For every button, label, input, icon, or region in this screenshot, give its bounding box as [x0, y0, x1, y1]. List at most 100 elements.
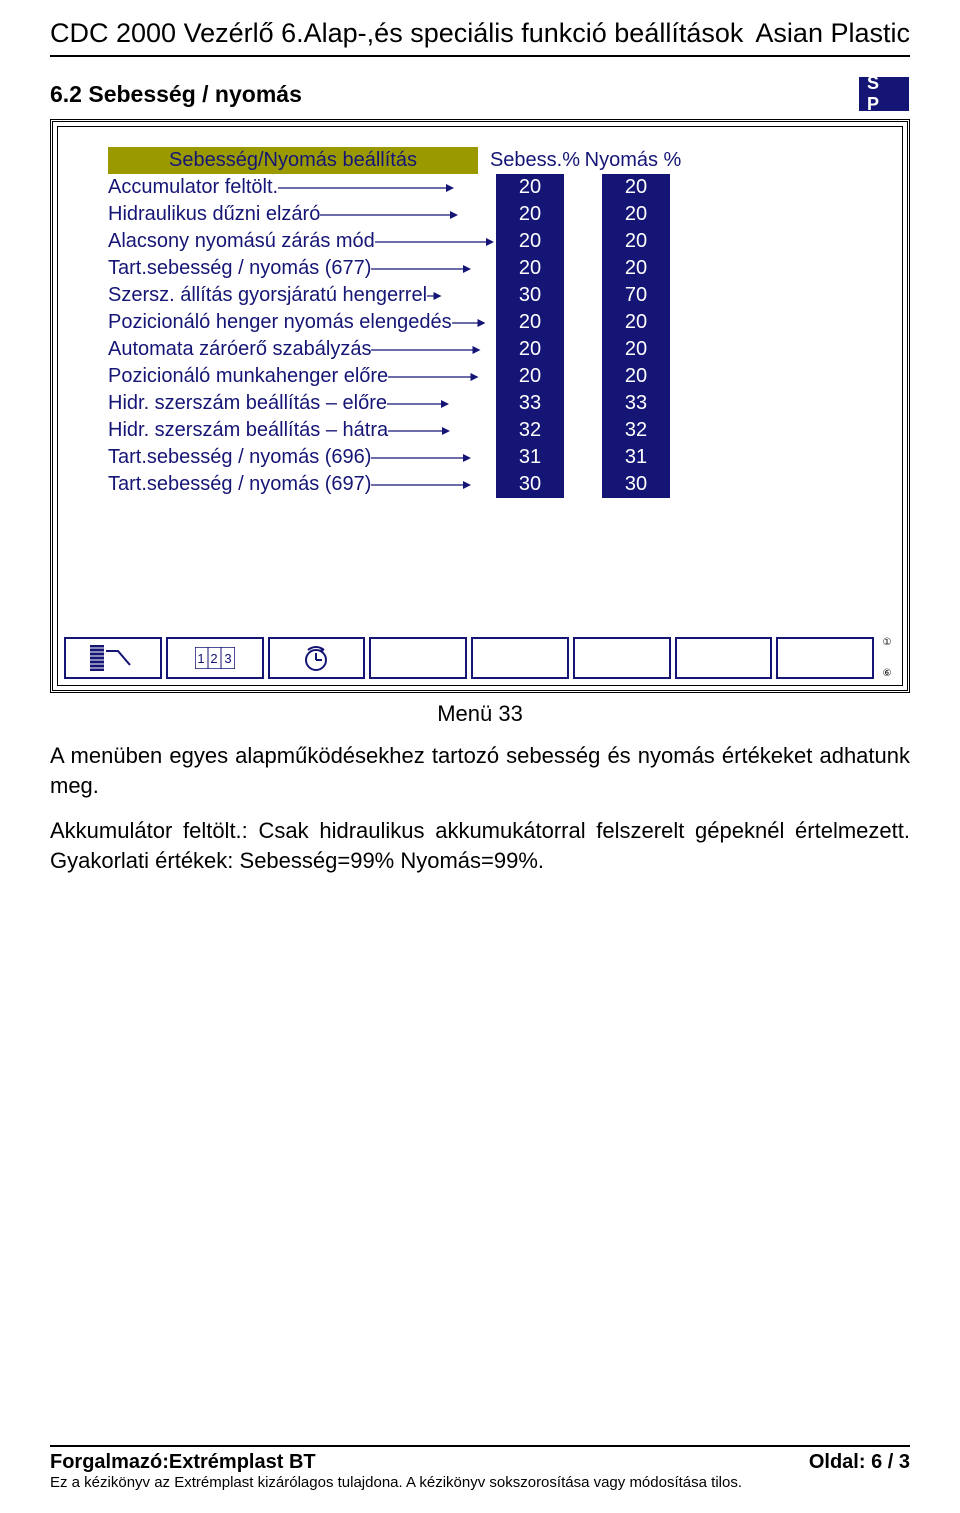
speed-value[interactable]: 20: [496, 255, 564, 282]
row-label: Alacsony nyomású zárás mód: [108, 228, 478, 255]
arrow-icon: [371, 452, 471, 464]
figure-caption: Menü 33: [50, 701, 910, 727]
arrow-icon: [388, 371, 479, 383]
speed-value[interactable]: 30: [496, 471, 564, 498]
speed-value[interactable]: 20: [496, 309, 564, 336]
row-label: Accumulator feltölt.: [108, 174, 478, 201]
table-header-row: Sebesség/Nyomás beállítás Sebess.% Nyomá…: [108, 147, 872, 174]
arrow-icon: [427, 290, 442, 302]
paragraph-1: A menüben egyes alapműködésekhez tartozó…: [50, 741, 910, 800]
table-row: Automata záróerő szabályzás 20 20: [108, 336, 872, 363]
screenshot-frame: Sebesség/Nyomás beállítás Sebess.% Nyomá…: [50, 119, 910, 693]
toolbar-btn-numbers[interactable]: 1 2 3: [166, 637, 264, 679]
speed-value[interactable]: 20: [496, 201, 564, 228]
arrow-icon: [320, 209, 458, 221]
arrow-icon: [371, 344, 481, 356]
page-footer: Forgalmazó:Extrémplast BT Oldal: 6 / 3 E…: [50, 1445, 910, 1491]
row-label: Automata záróerő szabályzás: [108, 336, 478, 363]
speed-value[interactable]: 20: [496, 228, 564, 255]
row-label: Hidr. szerszám beállítás – előre: [108, 390, 478, 417]
pressure-value[interactable]: 70: [602, 282, 670, 309]
speed-value[interactable]: 30: [496, 282, 564, 309]
controller-screen: Sebesség/Nyomás beállítás Sebess.% Nyomá…: [57, 126, 903, 686]
toolbar-btn-8[interactable]: [776, 637, 874, 679]
speed-value[interactable]: 33: [496, 390, 564, 417]
pressure-value[interactable]: 20: [602, 336, 670, 363]
pressure-value[interactable]: 20: [602, 201, 670, 228]
pressure-value[interactable]: 31: [602, 444, 670, 471]
speed-value[interactable]: 32: [496, 417, 564, 444]
table-row: Hidr. szerszám beállítás – hátra 32 32: [108, 417, 872, 444]
side-top: ①: [883, 637, 892, 648]
pressure-value[interactable]: 33: [602, 390, 670, 417]
sp-icon-label: S P: [858, 71, 910, 117]
footer-distributor: Forgalmazó:Extrémplast BT: [50, 1451, 316, 1474]
speed-value[interactable]: 20: [496, 336, 564, 363]
doc-header: CDC 2000 Vezérlő 6.Alap-,és speciális fu…: [50, 18, 910, 49]
table-row: Hidraulikus dűzni elzáró 20 20: [108, 201, 872, 228]
chart-icon: [90, 645, 136, 671]
arrow-icon: [371, 479, 471, 491]
row-label: Tart.sebesség / nyomás (697): [108, 471, 478, 498]
arrow-icon: [371, 263, 471, 275]
footer-note: Ez a kézikönyv az Extrémplast kizárólago…: [50, 1474, 910, 1491]
table-row: Tart.sebesség / nyomás (697) 30 30: [108, 471, 872, 498]
col-pressure: Nyomás %: [584, 147, 682, 174]
table-row: Tart.sebesség / nyomás (677) 20 20: [108, 255, 872, 282]
arrow-icon: [387, 398, 449, 410]
toolbar: 1 2 3: [64, 637, 896, 679]
table-title: Sebesség/Nyomás beállítás: [108, 147, 478, 174]
paragraph-2: Akkumulátor feltölt.: Csak hidraulikus a…: [50, 816, 910, 875]
table-row: Hidr. szerszám beállítás – előre 33 33: [108, 390, 872, 417]
pressure-value[interactable]: 32: [602, 417, 670, 444]
svg-text:3: 3: [224, 651, 231, 666]
table-row: Tart.sebesség / nyomás (696) 31 31: [108, 444, 872, 471]
speed-value[interactable]: 20: [496, 174, 564, 201]
toolbar-side-indicator: ① ⑥: [878, 637, 896, 679]
numbers-icon: 1 2 3: [195, 647, 235, 669]
row-label: Hidraulikus dűzni elzáró: [108, 201, 478, 228]
header-rule: [50, 55, 910, 57]
footer-page-number: Oldal: 6 / 3: [809, 1451, 910, 1474]
arrow-icon: [278, 182, 454, 194]
svg-text:2: 2: [210, 651, 217, 666]
arrow-icon: [388, 425, 450, 437]
section-title: 6.2 Sebesség / nyomás: [50, 81, 302, 108]
table-row: Pozicionáló henger nyomás elengedés 20 20: [108, 309, 872, 336]
side-bottom: ⑥: [883, 668, 892, 679]
toolbar-btn-4[interactable]: [369, 637, 467, 679]
toolbar-btn-chart[interactable]: [64, 637, 162, 679]
row-label: Pozicionáló munkahenger előre: [108, 363, 478, 390]
svg-text:1: 1: [197, 651, 204, 666]
row-label: Tart.sebesség / nyomás (696): [108, 444, 478, 471]
footer-rule: [50, 1445, 910, 1447]
toolbar-btn-5[interactable]: [471, 637, 569, 679]
table-row: Accumulator feltölt. 20 20: [108, 174, 872, 201]
pressure-value[interactable]: 20: [602, 228, 670, 255]
pressure-value[interactable]: 20: [602, 309, 670, 336]
speed-value[interactable]: 20: [496, 363, 564, 390]
row-label: Szersz. állítás gyorsjáratú hengerrel: [108, 282, 478, 309]
table-row: Alacsony nyomású zárás mód 20 20: [108, 228, 872, 255]
sp-icon: S P: [858, 77, 910, 111]
toolbar-btn-clock[interactable]: [268, 637, 366, 679]
table-row: Pozicionáló munkahenger előre 20 20: [108, 363, 872, 390]
header-right: Asian Plastic: [755, 18, 910, 49]
table-row: Szersz. állítás gyorsjáratú hengerrel 30 7…: [108, 282, 872, 309]
toolbar-btn-7[interactable]: [675, 637, 773, 679]
pressure-value[interactable]: 20: [602, 255, 670, 282]
row-label: Hidr. szerszám beállítás – hátra: [108, 417, 478, 444]
col-speed: Sebess.%: [486, 147, 584, 174]
speed-value[interactable]: 31: [496, 444, 564, 471]
arrow-icon: [452, 317, 486, 329]
pressure-value[interactable]: 20: [602, 363, 670, 390]
clock-icon: [302, 644, 330, 672]
body-text: A menüben egyes alapműködésekhez tartozó…: [50, 741, 910, 876]
row-label: Tart.sebesség / nyomás (677): [108, 255, 478, 282]
pressure-value[interactable]: 20: [602, 174, 670, 201]
toolbar-btn-6[interactable]: [573, 637, 671, 679]
header-left: CDC 2000 Vezérlő 6.Alap-,és speciális fu…: [50, 18, 743, 49]
arrow-icon: [375, 236, 494, 248]
pressure-value[interactable]: 30: [602, 471, 670, 498]
row-label: Pozicionáló henger nyomás elengedés: [108, 309, 478, 336]
